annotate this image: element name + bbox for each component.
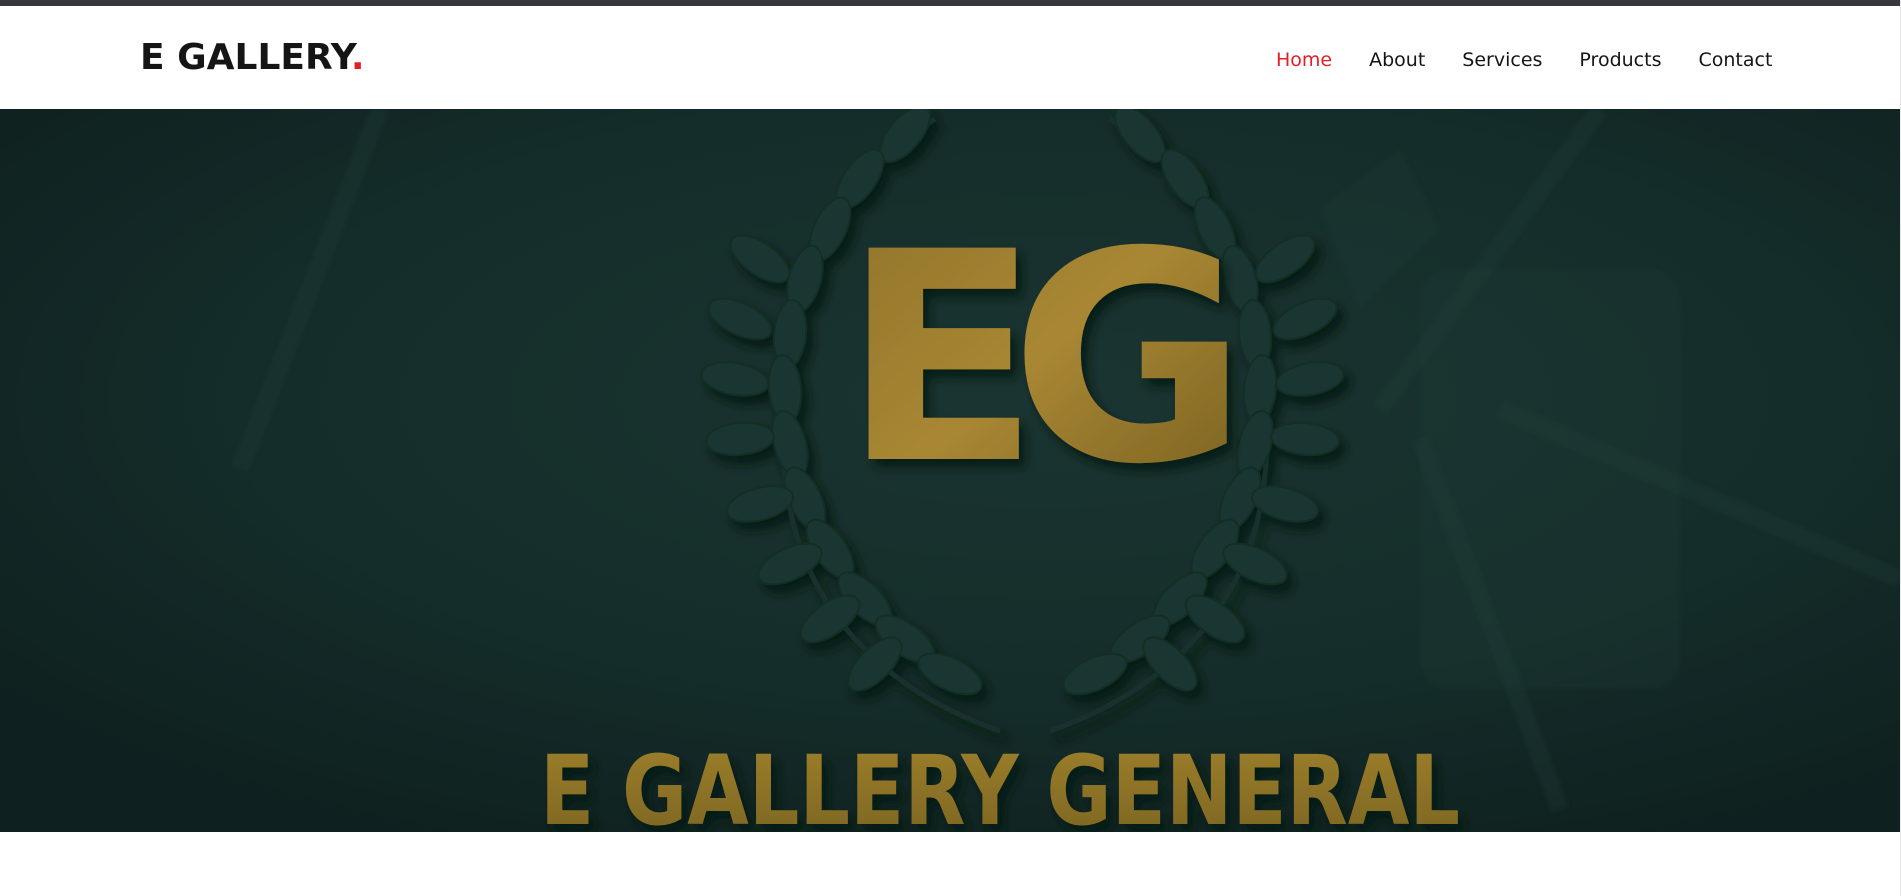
nav-about[interactable]: About [1369,48,1425,72]
hero-banner: EG E GALLERY GENERAL [0,109,1900,832]
logo-dot: . [350,37,365,78]
nav-home[interactable]: Home [1276,48,1332,72]
main-nav: Home About Services Products Contact [1276,48,1772,72]
site-header: E GALLERY. Home About Services Products … [0,6,1901,109]
logo-text: E GALLERY [140,37,351,78]
nav-contact[interactable]: Contact [1698,48,1772,72]
site-logo[interactable]: E GALLERY. [140,36,365,80]
hero-image: EG E GALLERY GENERAL [0,109,1900,832]
nav-services[interactable]: Services [1462,48,1542,72]
page: E GALLERY. Home About Services Products … [0,0,1901,896]
nav-products[interactable]: Products [1579,48,1661,72]
